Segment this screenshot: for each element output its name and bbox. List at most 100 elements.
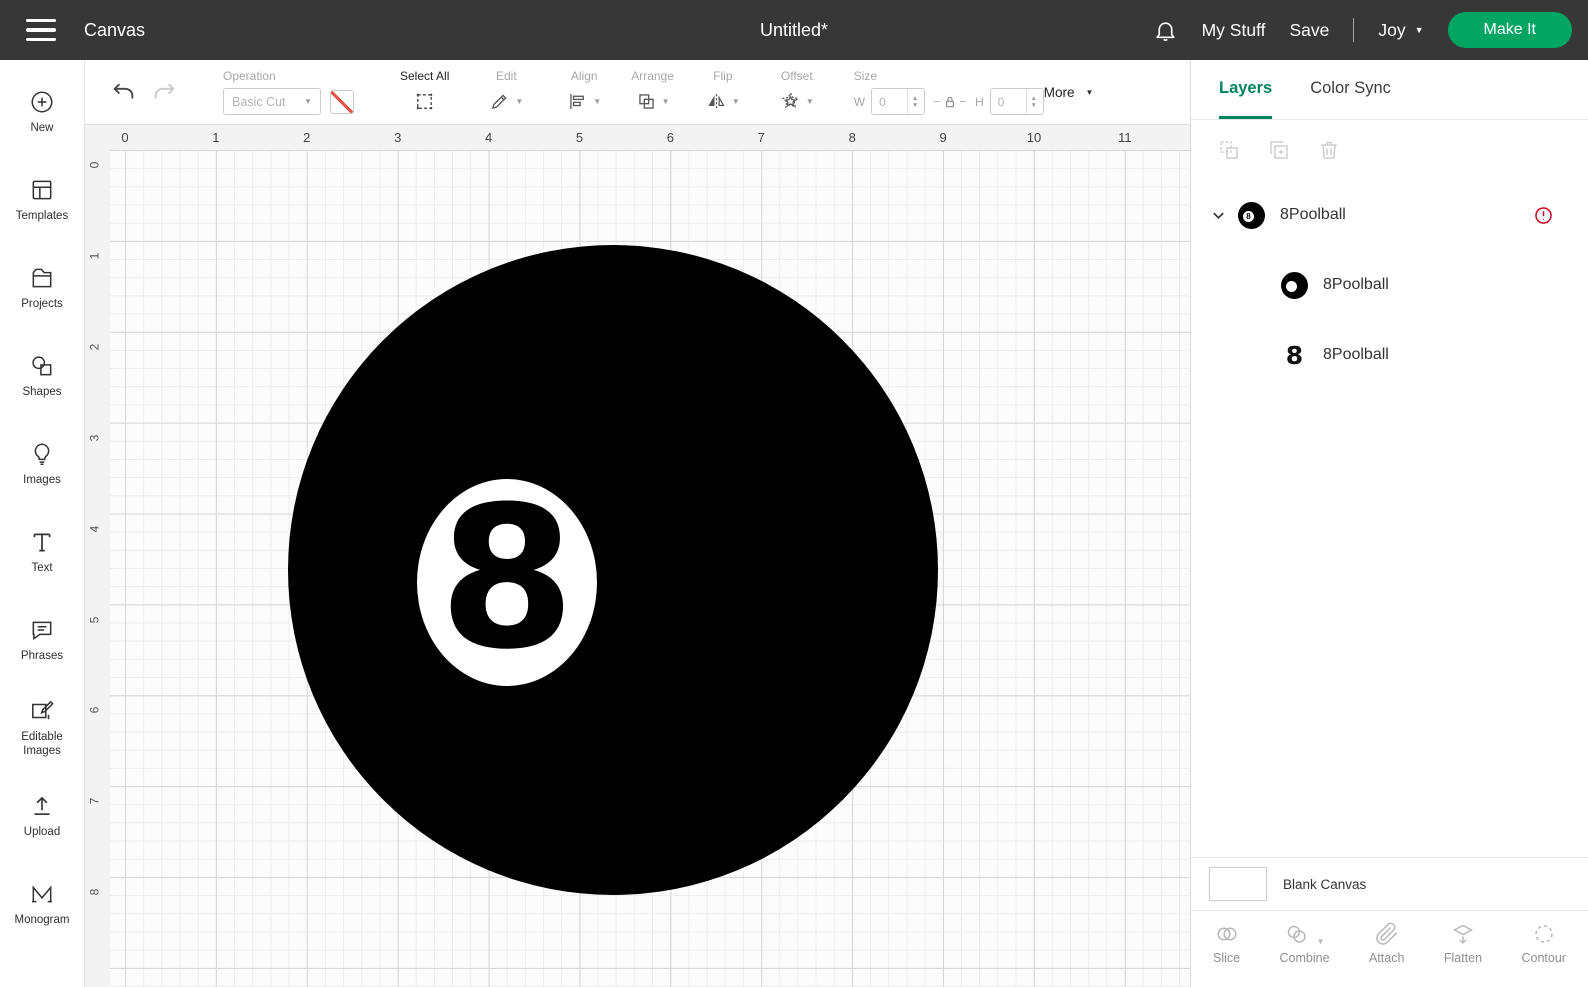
operation-color-swatch[interactable] bbox=[330, 90, 354, 114]
sidebar-item-shapes[interactable]: Shapes bbox=[0, 332, 84, 420]
warning-icon[interactable] bbox=[1533, 205, 1554, 226]
tab-color-sync[interactable]: Color Sync bbox=[1310, 60, 1391, 119]
operation-value: Basic Cut bbox=[232, 95, 286, 109]
chevron-down-icon: ▼ bbox=[304, 97, 312, 106]
machine-selector[interactable]: Joy ▼ bbox=[1378, 20, 1423, 41]
group-button[interactable] bbox=[1217, 138, 1241, 162]
make-it-button[interactable]: Make It bbox=[1448, 12, 1572, 48]
chevron-down-icon: ▼ bbox=[662, 97, 670, 106]
chevron-down-icon: ▼ bbox=[515, 97, 523, 106]
more-dropdown[interactable]: More ▼ bbox=[1044, 85, 1094, 100]
sidebar-item-text[interactable]: Text bbox=[0, 508, 84, 596]
redo-button[interactable] bbox=[152, 80, 177, 105]
new-plus-icon bbox=[29, 89, 55, 115]
align-dropdown[interactable]: ▼ bbox=[567, 88, 601, 116]
blank-canvas-label: Blank Canvas bbox=[1283, 877, 1366, 892]
chevron-down-icon: ▼ bbox=[1317, 937, 1325, 946]
hamburger-menu-icon[interactable] bbox=[26, 19, 56, 42]
operation-group: Operation Basic Cut ▼ bbox=[223, 69, 354, 116]
tab-layers[interactable]: Layers bbox=[1219, 60, 1272, 119]
upload-icon bbox=[29, 793, 55, 819]
horizontal-ruler: 0 1 2 3 4 5 6 7 8 9 10 11 bbox=[110, 125, 1190, 150]
canvas-grid[interactable]: 8 bbox=[110, 150, 1190, 987]
sidebar-item-monogram[interactable]: Monogram bbox=[0, 860, 84, 948]
align-label: Align bbox=[571, 69, 598, 83]
eight-ball-shape[interactable]: 8 bbox=[288, 245, 938, 895]
undo-icon bbox=[111, 80, 136, 105]
my-stuff-link[interactable]: My Stuff bbox=[1202, 20, 1266, 41]
layer-thumbnail-eight: 8 bbox=[1281, 341, 1308, 370]
edit-dropdown[interactable]: ▼ bbox=[489, 88, 523, 116]
size-group: Size W ▲▼ H ▲▼ bbox=[854, 69, 1044, 116]
combine-button[interactable]: ▼ Combine bbox=[1280, 922, 1330, 987]
flip-group: Flip ▼ bbox=[706, 69, 740, 116]
cricut-design-space-app: Canvas Untitled* My Stuff Save Joy ▼ Mak… bbox=[0, 0, 1588, 987]
layer-name: 8Poolball bbox=[1323, 276, 1389, 294]
height-input[interactable] bbox=[991, 89, 1026, 114]
edit-toolbar: Operation Basic Cut ▼ Select All Edit ▼ bbox=[85, 60, 1190, 125]
combine-icon bbox=[1285, 922, 1309, 946]
layer-row-eight[interactable]: 8 8Poolball bbox=[1191, 320, 1588, 390]
left-sidebar: New Templates Projects Shapes Images Tex… bbox=[0, 60, 85, 987]
delete-button[interactable] bbox=[1317, 138, 1341, 162]
contour-icon bbox=[1532, 922, 1556, 946]
width-label: W bbox=[854, 95, 865, 109]
chevron-down-icon[interactable] bbox=[1211, 208, 1226, 223]
more-label: More bbox=[1044, 85, 1075, 100]
contour-button[interactable]: Contour bbox=[1521, 922, 1565, 987]
lock-icon bbox=[942, 94, 958, 110]
width-input[interactable] bbox=[872, 89, 907, 114]
attach-button[interactable]: Attach bbox=[1369, 922, 1404, 987]
layer-row-group[interactable]: 8 8Poolball bbox=[1191, 180, 1588, 250]
sidebar-item-phrases[interactable]: Phrases bbox=[0, 596, 84, 684]
duplicate-icon bbox=[1267, 138, 1291, 162]
sidebar-item-images[interactable]: Images bbox=[0, 420, 84, 508]
flatten-icon bbox=[1451, 922, 1475, 946]
canvas-menu-label[interactable]: Canvas bbox=[84, 20, 145, 41]
layers-footer-toolbar: Slice ▼ Combine Attach Flatten Contour bbox=[1191, 910, 1588, 987]
operation-label: Operation bbox=[223, 69, 354, 83]
editable-images-icon bbox=[29, 698, 55, 724]
chevron-down-icon: ▼ bbox=[806, 97, 814, 106]
slice-button[interactable]: Slice bbox=[1213, 922, 1240, 987]
align-group: Align ▼ bbox=[567, 69, 601, 116]
blank-canvas-thumbnail bbox=[1209, 867, 1267, 901]
project-title: Untitled* bbox=[760, 20, 828, 41]
flip-icon bbox=[706, 91, 727, 112]
arrange-dropdown[interactable]: ▼ bbox=[636, 88, 670, 116]
select-all-group: Select All bbox=[400, 69, 449, 116]
sidebar-item-templates[interactable]: Templates bbox=[0, 156, 84, 244]
select-all-icon[interactable] bbox=[413, 90, 436, 113]
operation-select[interactable]: Basic Cut ▼ bbox=[223, 88, 321, 115]
select-all-button[interactable]: Select All bbox=[400, 69, 449, 83]
blank-canvas-row[interactable]: Blank Canvas bbox=[1191, 857, 1588, 910]
size-lock[interactable] bbox=[932, 94, 968, 110]
eight-ball-white-circle: 8 bbox=[417, 479, 597, 686]
sidebar-item-upload[interactable]: Upload bbox=[0, 772, 84, 860]
layer-thumbnail-8ball: 8 bbox=[1238, 202, 1265, 229]
flip-dropdown[interactable]: ▼ bbox=[706, 88, 740, 116]
offset-dropdown[interactable]: ▼ bbox=[780, 88, 814, 116]
undo-button[interactable] bbox=[111, 80, 136, 105]
images-icon bbox=[29, 441, 55, 467]
width-stepper[interactable]: ▲▼ bbox=[907, 89, 922, 114]
flatten-button[interactable]: Flatten bbox=[1444, 922, 1482, 987]
monogram-icon bbox=[29, 881, 55, 907]
save-button[interactable]: Save bbox=[1289, 20, 1329, 41]
sidebar-item-editable-images[interactable]: Editable Images bbox=[0, 684, 84, 772]
size-label: Size bbox=[854, 69, 1044, 83]
phrases-icon bbox=[29, 617, 55, 643]
shapes-icon bbox=[29, 353, 55, 379]
layers-panel-tabs: Layers Color Sync bbox=[1191, 60, 1588, 120]
layer-row-circle[interactable]: 8Poolball bbox=[1191, 250, 1588, 320]
sidebar-item-new[interactable]: New bbox=[0, 68, 84, 156]
sidebar-item-projects[interactable]: Projects bbox=[0, 244, 84, 332]
attach-icon bbox=[1375, 922, 1399, 946]
align-icon bbox=[567, 91, 588, 112]
notifications-bell-icon[interactable] bbox=[1153, 18, 1178, 43]
offset-label: Offset bbox=[781, 69, 813, 83]
height-stepper[interactable]: ▲▼ bbox=[1026, 89, 1041, 114]
canvas-area: 0 1 2 3 4 5 6 7 8 9 10 11 0 1 2 3 4 5 6 … bbox=[85, 125, 1190, 987]
duplicate-button[interactable] bbox=[1267, 138, 1291, 162]
vertical-ruler: 0 1 2 3 4 5 6 7 8 bbox=[85, 150, 110, 987]
